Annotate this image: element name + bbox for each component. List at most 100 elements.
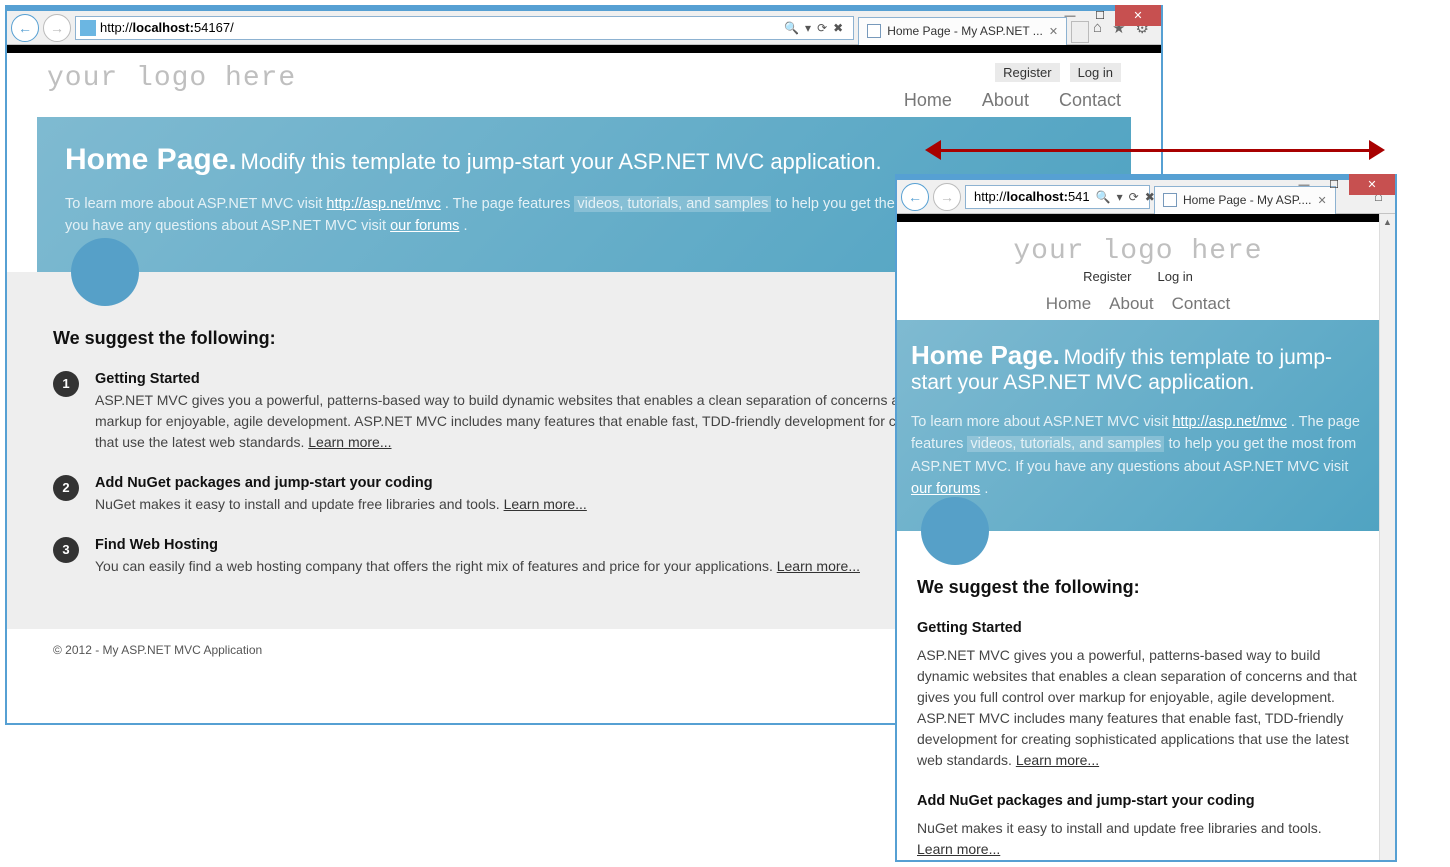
maximize-button[interactable]: ☐	[1085, 5, 1115, 26]
forums-link[interactable]: our forums	[911, 481, 980, 497]
item-body: ASP.NET MVC gives you a powerful, patter…	[917, 645, 1359, 771]
browser-window-small: — ☐ ✕ ← → http:// localhost: 541 🔍 ▾ ⟳ ✖…	[895, 174, 1397, 862]
favicon-icon	[1163, 193, 1177, 207]
login-link[interactable]: Log in	[1070, 63, 1121, 82]
list-item: Getting Started ASP.NET MVC gives you a …	[917, 620, 1359, 771]
suggestions-section: We suggest the following: Getting Starte…	[897, 531, 1379, 860]
account-links: Register Log in	[1075, 267, 1201, 286]
hero-text: To learn more about ASP.NET MVC visit	[65, 196, 326, 212]
window-controls: — ☐ ✕	[1055, 5, 1161, 26]
maximize-button[interactable]: ☐	[1319, 174, 1349, 195]
item-body: NuGet makes it easy to install and updat…	[95, 494, 587, 515]
list-item: Add NuGet packages and jump-start your c…	[917, 793, 1359, 860]
scrollbar[interactable]: ▲	[1379, 214, 1395, 860]
menu-about[interactable]: About	[1109, 294, 1153, 314]
page-viewport: your logo here Register Log in Home Abou…	[897, 214, 1395, 860]
item-text: ASP.NET MVC gives you a powerful, patter…	[917, 647, 1357, 768]
menu-contact[interactable]: Contact	[1059, 90, 1121, 111]
asp-net-link[interactable]: http://asp.net/mvc	[326, 196, 440, 212]
item-body: You can easily find a web hosting compan…	[95, 556, 860, 577]
browser-toolbar: ← → http:// localhost: 54167/ 🔍 ▾ ⟳ ✖ Ho…	[7, 11, 1161, 45]
forward-button[interactable]: →	[933, 183, 961, 211]
hero-description: To learn more about ASP.NET MVC visit ht…	[911, 411, 1365, 501]
back-button[interactable]: ←	[901, 183, 929, 211]
hero-text: To learn more about ASP.NET MVC visit	[911, 414, 1172, 430]
search-icon[interactable]: 🔍	[1096, 190, 1111, 204]
register-link[interactable]: Register	[995, 63, 1059, 82]
close-button[interactable]: ✕	[1349, 174, 1395, 195]
hero-text: .	[463, 218, 467, 234]
hero-title: Home Page.	[911, 340, 1060, 370]
favicon-icon	[867, 24, 881, 38]
item-title: Getting Started	[917, 620, 1359, 636]
window-controls: — ☐ ✕	[1289, 174, 1395, 195]
learn-more-link[interactable]: Learn more...	[917, 841, 1000, 857]
tab-title: Home Page - My ASP.NET ...	[887, 24, 1043, 38]
menu-contact[interactable]: Contact	[1172, 294, 1231, 314]
item-text: NuGet makes it easy to install and updat…	[95, 496, 504, 512]
tab-title: Home Page - My ASP....	[1183, 193, 1312, 207]
hero-highlight: videos, tutorials, and samples	[574, 196, 771, 212]
menu-home[interactable]: Home	[1046, 294, 1091, 314]
black-strip	[7, 45, 1161, 53]
address-bar[interactable]: http:// localhost: 54167/ 🔍 ▾ ⟳ ✖	[75, 16, 854, 40]
refresh-icon[interactable]: ⟳	[817, 21, 827, 35]
dropdown-icon[interactable]: ▾	[805, 21, 811, 35]
browser-tab[interactable]: Home Page - My ASP.NET ... ✕	[858, 17, 1067, 45]
site-header: your logo here Register Log in Home Abou…	[897, 222, 1379, 320]
forums-link[interactable]: our forums	[390, 218, 459, 234]
url-port: 541	[1068, 189, 1090, 204]
learn-more-link[interactable]: Learn more...	[1016, 752, 1099, 768]
learn-more-link[interactable]: Learn more...	[308, 434, 391, 450]
stop-icon[interactable]: ✖	[833, 21, 843, 35]
minimize-button[interactable]: —	[1289, 174, 1319, 195]
minimize-button[interactable]: —	[1055, 5, 1085, 26]
header-right: Register Log in Home About Contact	[1046, 267, 1230, 314]
refresh-icon[interactable]: ⟳	[1129, 190, 1139, 204]
account-links: Register Log in	[995, 63, 1121, 82]
address-bar-icons: 🔍 ▾ ⟳ ✖	[1090, 190, 1161, 204]
item-body: NuGet makes it easy to install and updat…	[917, 818, 1359, 860]
site-header: your logo here Register Log in Home Abou…	[7, 53, 1161, 117]
url-prefix: http://	[100, 20, 133, 35]
url-host: localhost:	[1007, 189, 1068, 204]
hero-text: . The page features	[445, 196, 575, 212]
main-menu: Home About Contact	[904, 90, 1121, 111]
login-link[interactable]: Log in	[1149, 267, 1200, 286]
url-host: localhost:	[133, 20, 194, 35]
hero-tagline: Modify this template to jump-start your …	[241, 149, 882, 174]
search-icon[interactable]: 🔍	[784, 21, 799, 35]
item-title: Add NuGet packages and jump-start your c…	[95, 475, 587, 491]
decorative-circle	[71, 238, 139, 306]
scroll-up-icon[interactable]: ▲	[1380, 214, 1395, 230]
page-content: your logo here Register Log in Home Abou…	[897, 222, 1379, 860]
register-link[interactable]: Register	[1075, 267, 1139, 286]
learn-more-link[interactable]: Learn more...	[504, 496, 587, 512]
asp-net-link[interactable]: http://asp.net/mvc	[1172, 414, 1286, 430]
decorative-circle	[921, 497, 989, 565]
hero-title: Home Page.	[65, 143, 237, 176]
tab-close-icon[interactable]: ✕	[1318, 194, 1327, 207]
item-title: Add NuGet packages and jump-start your c…	[917, 793, 1359, 809]
hero-text: .	[984, 481, 988, 497]
forward-button[interactable]: →	[43, 14, 71, 42]
dropdown-icon[interactable]: ▾	[1117, 190, 1123, 204]
item-text: You can easily find a web hosting compan…	[95, 558, 777, 574]
main-menu: Home About Contact	[1046, 294, 1230, 314]
item-title: Find Web Hosting	[95, 537, 860, 553]
url-prefix: http://	[974, 189, 1007, 204]
menu-home[interactable]: Home	[904, 90, 952, 111]
suggestions-heading: We suggest the following:	[917, 577, 1359, 598]
black-strip	[897, 214, 1395, 222]
back-button[interactable]: ←	[11, 14, 39, 42]
tab-close-icon[interactable]: ✕	[1049, 25, 1058, 38]
learn-more-link[interactable]: Learn more...	[777, 558, 860, 574]
close-button[interactable]: ✕	[1115, 5, 1161, 26]
logo-placeholder: your logo here	[47, 63, 296, 94]
bullet-2: 2	[53, 475, 79, 501]
logo-placeholder: your logo here	[1013, 236, 1262, 267]
address-bar[interactable]: http:// localhost: 541 🔍 ▾ ⟳ ✖	[965, 185, 1150, 209]
url-port: 54167/	[194, 20, 234, 35]
menu-about[interactable]: About	[982, 90, 1029, 111]
item-text: NuGet makes it easy to install and updat…	[917, 820, 1322, 836]
